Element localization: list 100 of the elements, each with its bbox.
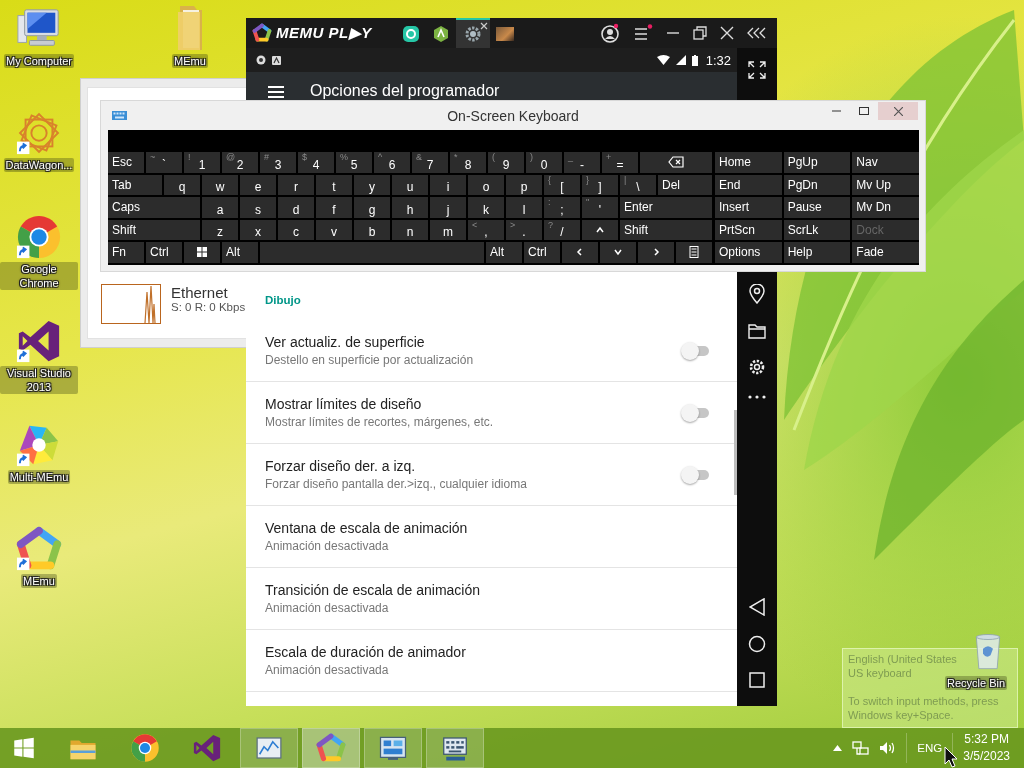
keyboard-key[interactable]: Caps [108,197,200,218]
keyboard-key[interactable]: k [468,197,504,218]
keyboard-key[interactable]: c [278,219,314,240]
back-icon[interactable] [749,598,765,616]
keyboard-key[interactable]: j [430,197,466,218]
close-icon[interactable] [479,22,488,30]
keyboard-key[interactable]: @2 [222,152,258,173]
keyboard-key[interactable]: l [506,197,542,218]
keyboard-key[interactable]: y [354,174,390,195]
setting-title[interactable]: Ver actualiz. de superficie [265,334,681,350]
keyboard-key[interactable]: > . [506,219,542,240]
keyboard-key[interactable]: Alt [222,242,258,263]
keyboard-key[interactable]: o [468,174,504,195]
keyboard-key[interactable]: _ - [564,152,600,173]
keyboard-key[interactable] [676,242,712,263]
keyboard-key[interactable]: Alt [486,242,522,263]
keyboard-key[interactable]: } ] [582,174,618,195]
keyboard-key[interactable]: e [240,174,276,195]
close-icon[interactable] [720,26,734,40]
star-flower-icon[interactable] [16,110,62,156]
triple-chevron-icon[interactable] [747,27,767,39]
settings-icon[interactable] [748,358,766,376]
user-icon[interactable] [600,23,620,43]
toggle-switch[interactable] [681,403,711,422]
keyboard-key[interactable]: { [ [544,174,580,195]
setting-title[interactable]: Escala de duración de animador [265,644,711,660]
keyboard-key[interactable]: + = [602,152,638,173]
round-logo-icon[interactable] [16,214,62,260]
keyboard-key[interactable]: f [316,197,352,218]
keyboard-key[interactable]: t [316,174,352,195]
keyboard-key[interactable]: Shift [620,219,712,240]
windows-logo-icon[interactable] [11,735,37,761]
home-icon[interactable] [748,635,766,653]
keyboard-key[interactable]: Fade [852,242,919,263]
keyboard-key[interactable]: PrtScn [715,219,782,240]
keyboard-key[interactable]: z [202,219,238,240]
location-pin-icon[interactable] [748,284,766,304]
network-icon[interactable] [852,740,870,756]
keyboard-key[interactable]: i [430,174,466,195]
keyboard-key[interactable]: ScrLk [783,219,851,240]
menu-icon[interactable] [633,24,653,42]
keyboard-key[interactable]: PgUp [783,152,851,173]
speaker-icon[interactable] [879,741,897,755]
fullscreen-icon[interactable] [748,61,766,79]
keyboard-key[interactable]: % 5 [336,152,372,173]
keyboard-key[interactable]: Options [715,242,782,263]
keyboard-key[interactable]: Enter [620,197,712,218]
keyboard-key[interactable]: Esc [108,152,144,173]
taskbar-button[interactable] [364,728,422,768]
keyboard-key[interactable]: q [164,174,200,195]
keyboard-key[interactable]: End [715,174,782,195]
keyboard-key[interactable]: Ctrl [524,242,560,263]
menu-icon[interactable] [268,86,284,98]
keyboard-key[interactable]: v [316,219,352,240]
keyboard-key[interactable]: Pause [783,197,851,218]
keyboard-key[interactable]: ? / [544,219,580,240]
keyboard-key[interactable]: p [506,174,542,195]
keyboard-key[interactable]: s [240,197,276,218]
keyboard-key[interactable]: ) 0 [526,152,562,173]
setting-title[interactable]: Ventana de escala de animación [265,520,711,536]
keyboard-key[interactable]: Del [658,174,712,195]
keyboard-key[interactable]: Help [783,242,851,263]
close-button[interactable] [878,102,918,120]
folder-icon[interactable] [748,323,766,339]
keyboard-key[interactable]: u [392,174,428,195]
keyboard-key[interactable] [184,242,220,263]
taskbar-button[interactable] [426,728,484,768]
keyboard-key[interactable] [640,152,712,173]
scrollbar[interactable] [734,410,737,495]
keyboard-key[interactable]: Ctrl [146,242,182,263]
keyboard-key[interactable]: Mv Up [852,174,919,195]
keyboard-key[interactable]: r [278,174,314,195]
keyboard-key[interactable]: d [278,197,314,218]
keyboard-key[interactable]: ~ ` [146,152,182,173]
toggle-switch[interactable] [681,341,711,360]
bow-logo-icon[interactable] [16,318,62,364]
pentagon-icon[interactable] [16,526,62,572]
keyboard-key[interactable]: $ 4 [298,152,334,173]
keyboard-key[interactable]: ^ 6 [374,152,410,173]
keyboard-key[interactable]: Tab [108,174,162,195]
caret-up-icon[interactable] [833,745,843,751]
keyboard-key[interactable]: w [202,174,238,195]
keyboard-key[interactable]: Home [715,152,782,173]
round-logo-icon[interactable] [130,733,160,763]
pentagon-icon[interactable] [316,733,346,763]
keyboard-key[interactable]: " ' [582,197,618,218]
keyboard-key[interactable]: Nav [852,152,919,173]
restore-icon[interactable] [693,26,707,40]
setting-title[interactable]: Forzar diseño der. a izq. [265,458,681,474]
keyboard-key[interactable]: & 7 [412,152,448,173]
keyboard-key[interactable]: ( 9 [488,152,524,173]
keyboard-key[interactable]: b [354,219,390,240]
keyboard-key[interactable]: n [392,219,428,240]
keyboard-key[interactable]: m [430,219,466,240]
taskbar-button[interactable] [302,728,360,768]
keyboard-key[interactable]: a [202,197,238,218]
keyboard-key[interactable]: Mv Dn [852,197,919,218]
recents-icon[interactable] [749,672,765,688]
keyboard-key[interactable]: * 8 [450,152,486,173]
taskbar-button[interactable] [240,728,298,768]
